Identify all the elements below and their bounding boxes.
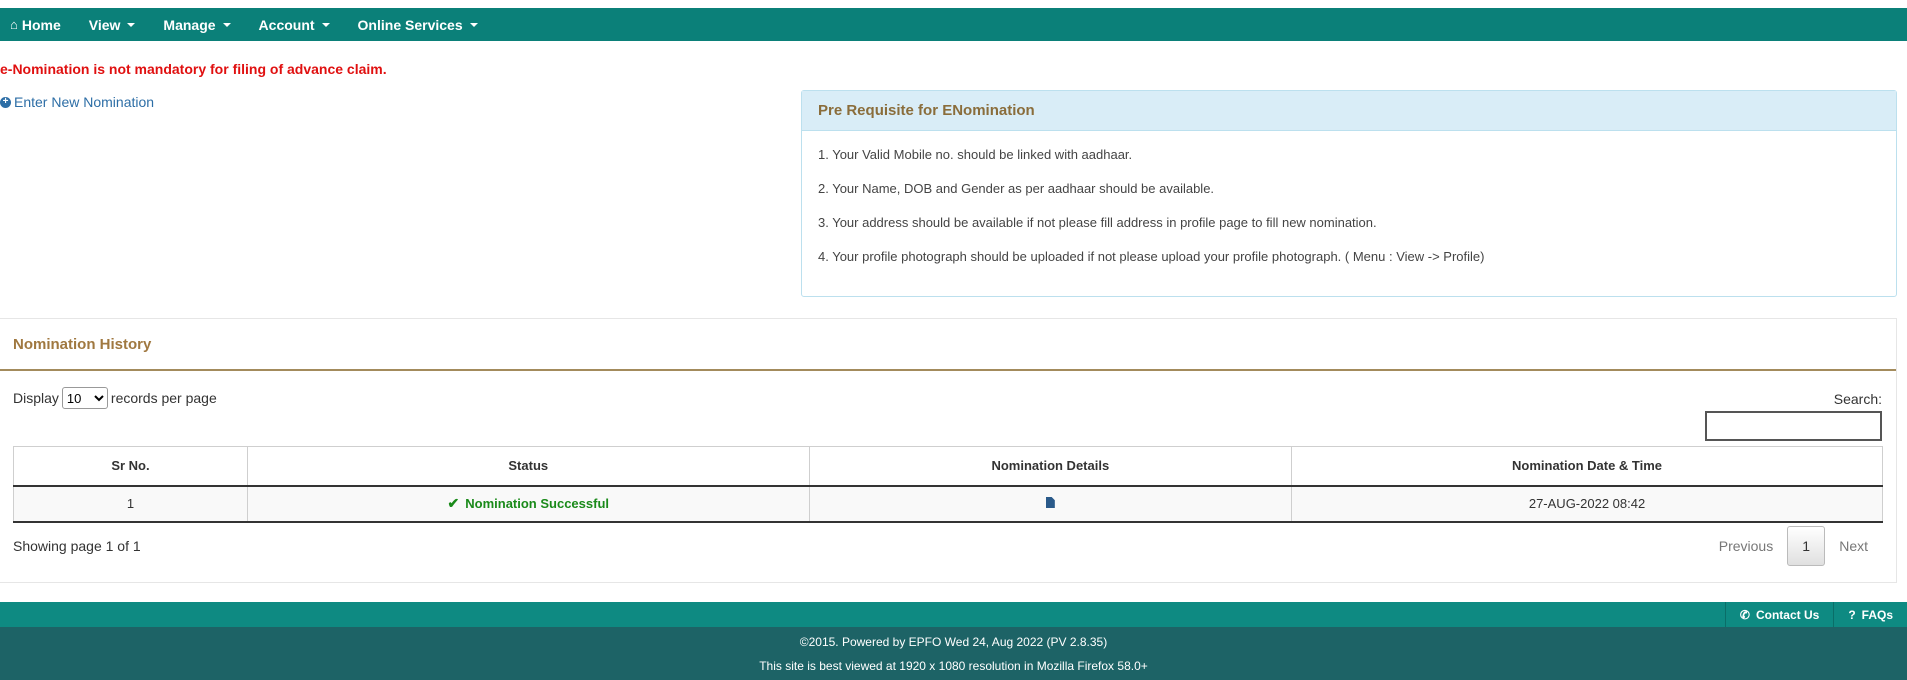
enter-new-nomination-label: Enter New Nomination — [14, 94, 155, 110]
column-header-nomination-details[interactable]: Nomination Details — [808, 446, 1293, 487]
table-header-row: Sr No. Status Nomination Details Nominat… — [13, 446, 1883, 487]
nav-home[interactable]: ⌂ Home — [0, 8, 75, 41]
nav-view-label: View — [88, 16, 121, 33]
prerequisite-panel: Pre Requisite for ENomination 1. Your Va… — [801, 90, 1897, 297]
cell-status: ✔ Nomination Successful — [246, 485, 810, 523]
phone-icon: ✆ — [1739, 607, 1750, 622]
nomination-history-title: Nomination History — [0, 319, 1896, 371]
enter-new-nomination-link[interactable]: + Enter New Nomination — [0, 94, 154, 110]
footer-links-bar: ✆ Contact Us ? FAQs — [0, 602, 1907, 627]
nav-view[interactable]: View — [75, 8, 150, 41]
table-row: 1 ✔ Nomination Successful 27-AUG-2022 08… — [13, 485, 1883, 523]
contact-us-label: Contact Us — [1755, 607, 1820, 622]
records-per-page-control: Display 10 records per page — [13, 387, 217, 409]
caret-down-icon — [321, 22, 330, 27]
current-page-button[interactable]: 1 — [1787, 526, 1826, 566]
caret-down-icon — [222, 22, 231, 27]
nav-account-label: Account — [258, 16, 315, 33]
column-header-sr-no[interactable]: Sr No. — [13, 446, 248, 487]
home-icon: ⌂ — [10, 17, 18, 32]
prerequisite-item: 4. Your profile photograph should be upl… — [818, 249, 1485, 264]
status-success: ✔ Nomination Successful — [448, 495, 609, 512]
notice-message: e-Nomination is not mandatory for filing… — [0, 61, 387, 77]
table-info: Showing page 1 of 1 — [13, 538, 141, 554]
records-per-page-label: records per page — [110, 390, 217, 406]
main-navbar: ⌂ Home View Manage Account Online Servic… — [0, 8, 1907, 41]
column-header-nomination-datetime[interactable]: Nomination Date & Time — [1291, 446, 1883, 487]
prerequisite-title: Pre Requisite for ENomination — [802, 91, 1896, 131]
top-strip — [0, 0, 1907, 8]
prerequisite-item: 2. Your Name, DOB and Gender as per aadh… — [818, 181, 1215, 196]
status-label: Nomination Successful — [465, 496, 609, 511]
display-label: Display — [13, 390, 59, 406]
nomination-history-table: Sr No. Status Nomination Details Nominat… — [13, 446, 1883, 523]
document-icon[interactable] — [1045, 497, 1055, 508]
cell-nomination-datetime: 27-AUG-2022 08:42 — [1291, 485, 1883, 523]
nav-manage[interactable]: Manage — [149, 8, 244, 41]
footer-browser-note: This site is best viewed at 1920 x 1080 … — [759, 659, 1148, 673]
question-icon: ? — [1848, 607, 1856, 622]
cell-nomination-details — [808, 485, 1293, 523]
caret-down-icon — [127, 22, 136, 27]
prerequisite-item: 1. Your Valid Mobile no. should be linke… — [818, 147, 1133, 162]
column-header-status[interactable]: Status — [246, 446, 810, 487]
nav-online-services-label: Online Services — [357, 16, 463, 33]
nomination-history-panel: Nomination History Display 10 records pe… — [0, 318, 1897, 583]
nav-account[interactable]: Account — [245, 8, 344, 41]
search-input[interactable] — [1705, 411, 1882, 441]
next-page-button[interactable]: Next — [1825, 526, 1882, 566]
checkmark-icon: ✔ — [447, 495, 460, 511]
previous-page-button[interactable]: Previous — [1705, 526, 1787, 566]
prerequisite-list: 1. Your Valid Mobile no. should be linke… — [802, 131, 1896, 295]
plus-circle-icon: + — [0, 96, 11, 108]
caret-down-icon — [469, 22, 478, 27]
faqs-label: FAQs — [1861, 607, 1893, 622]
pagination: Previous 1 Next — [1705, 526, 1882, 566]
footer-copyright: ©2015. Powered by EPFO Wed 24, Aug 2022 … — [799, 635, 1108, 649]
contact-us-link[interactable]: ✆ Contact Us — [1724, 602, 1833, 627]
page-size-select[interactable]: 10 — [61, 387, 108, 409]
nav-manage-label: Manage — [163, 16, 216, 33]
faqs-link[interactable]: ? FAQs — [1833, 602, 1907, 627]
cell-sr-no: 1 — [13, 485, 248, 523]
footer: ©2015. Powered by EPFO Wed 24, Aug 2022 … — [0, 627, 1907, 680]
nav-online-services[interactable]: Online Services — [344, 8, 492, 41]
prerequisite-item: 3. Your address should be available if n… — [818, 215, 1377, 230]
nav-home-label: Home — [21, 16, 61, 33]
search-label: Search: — [1833, 391, 1882, 407]
